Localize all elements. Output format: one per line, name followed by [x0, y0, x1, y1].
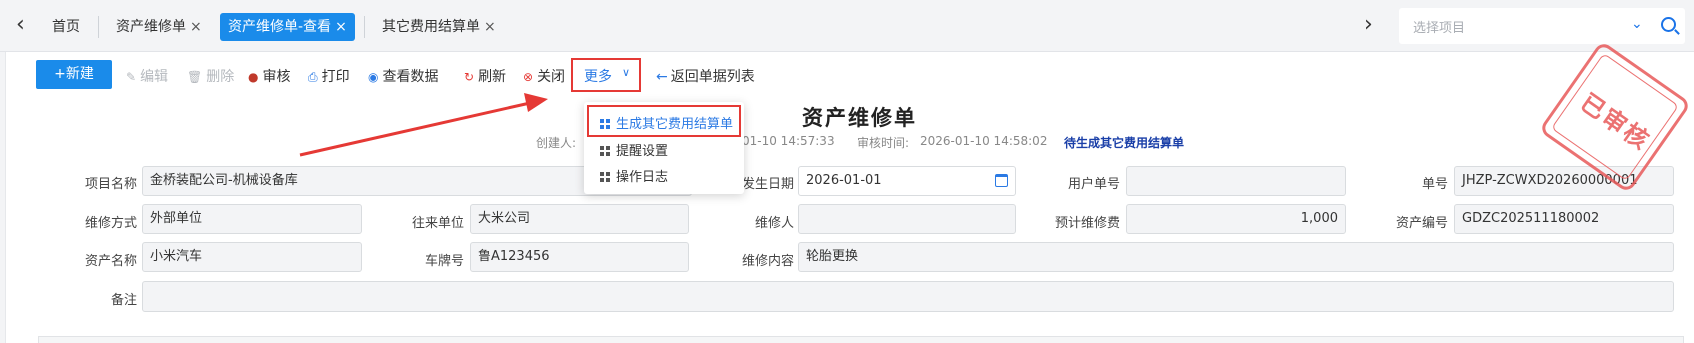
- print-label: 打印: [321, 69, 350, 85]
- menu-item-log[interactable]: 操作日志: [600, 166, 668, 185]
- project-select[interactable]: 选择项目 ⌄: [1399, 8, 1685, 44]
- tab-asset-repair[interactable]: 资产维修单 ×: [108, 13, 210, 41]
- menu-item-label: 提醒设置: [616, 144, 669, 159]
- remark-field[interactable]: [142, 281, 1674, 312]
- asset-no-field[interactable]: GDZC202511180002: [1454, 204, 1674, 234]
- audit-button[interactable]: ● 审核: [248, 66, 290, 86]
- audit-label: 审核: [262, 69, 291, 85]
- eye-icon: ◉: [368, 70, 379, 84]
- repair-method-field[interactable]: 外部单位: [142, 204, 362, 234]
- delete-button[interactable]: 🗑 删除: [187, 66, 234, 86]
- printer-icon: ⎙: [308, 70, 318, 84]
- edit-button[interactable]: ✎ 编辑: [126, 66, 168, 86]
- grid-icon: [600, 172, 610, 182]
- view-data-label: 查看数据: [382, 69, 439, 85]
- status-badge: 待生成其它费用结算单: [1064, 136, 1185, 150]
- audit-time: 2026-01-10 14:58:02: [920, 134, 1048, 148]
- tab-label: 首页: [52, 19, 80, 35]
- pencil-icon: ✎: [126, 70, 137, 84]
- tab-label: 资产维修单-查看: [228, 19, 332, 35]
- project-name-label: 项目名称: [84, 177, 137, 192]
- back-label: 返回单据列表: [670, 69, 755, 85]
- close-icon[interactable]: ×: [335, 19, 347, 35]
- menu-item-label: 操作日志: [616, 170, 669, 185]
- grid-icon: [600, 146, 610, 156]
- refresh-icon: ↻: [464, 70, 475, 84]
- more-button[interactable]: 更多: [584, 66, 612, 86]
- occur-date-field[interactable]: 2026-01-01: [798, 166, 1016, 196]
- back-to-list-link[interactable]: ← 返回单据列表: [656, 66, 755, 86]
- create-time: 01-10 14:57:33: [742, 134, 835, 148]
- tab-other-expense[interactable]: 其它费用结算单 ×: [374, 13, 504, 41]
- asset-name-label: 资产名称: [84, 254, 137, 269]
- new-button[interactable]: +新建: [36, 60, 112, 89]
- repairer-label: 维修人: [754, 216, 794, 231]
- detail-panel: [38, 336, 1684, 343]
- search-icon[interactable]: [1661, 17, 1676, 32]
- remark-label: 备注: [110, 293, 137, 308]
- close-icon[interactable]: ×: [484, 19, 496, 35]
- refresh-label: 刷新: [478, 69, 507, 85]
- menu-item-reminder[interactable]: 提醒设置: [600, 140, 668, 159]
- menu-item-generate-expense[interactable]: 生成其它费用结算单: [600, 113, 733, 132]
- tab-separator: [98, 16, 99, 38]
- partner-label: 往来单位: [411, 216, 464, 231]
- user-no-label: 用户单号: [1067, 177, 1120, 192]
- stamp-text: 已审核: [1575, 88, 1656, 156]
- tab-next-icon[interactable]: ›: [1364, 14, 1373, 36]
- menu-item-label: 生成其它费用结算单: [616, 117, 734, 132]
- repair-content-field[interactable]: 轮胎更换: [798, 242, 1674, 272]
- calendar-icon[interactable]: [995, 174, 1008, 187]
- asset-name-field[interactable]: 小米汽车: [142, 242, 362, 272]
- user-no-field[interactable]: [1126, 166, 1346, 196]
- chevron-down-icon[interactable]: ∨: [622, 66, 630, 79]
- delete-label: 删除: [206, 69, 235, 85]
- creator-label: 创建人:: [536, 136, 577, 150]
- est-cost-label: 预计维修费: [1054, 216, 1120, 231]
- project-select-placeholder: 选择项目: [1413, 21, 1466, 36]
- close-icon[interactable]: ×: [190, 19, 202, 35]
- close-button[interactable]: ⊗ 关闭: [523, 66, 565, 86]
- tab-home[interactable]: 首页: [44, 13, 88, 41]
- est-cost-field[interactable]: 1,000: [1126, 204, 1346, 234]
- edit-label: 编辑: [140, 69, 169, 85]
- arrow-left-icon: ←: [656, 69, 668, 85]
- occur-date-value: 2026-01-01: [806, 173, 882, 188]
- tab-asset-repair-view[interactable]: 资产维修单-查看 ×: [220, 13, 355, 41]
- partner-field[interactable]: 大米公司: [470, 204, 689, 234]
- audit-time-label: 审核时间:: [857, 136, 910, 150]
- tab-prev-icon[interactable]: ‹: [16, 14, 25, 36]
- trash-icon: 🗑: [187, 70, 203, 84]
- tab-label: 其它费用结算单: [382, 19, 480, 35]
- grid-icon: [600, 119, 610, 129]
- chevron-down-icon[interactable]: ⌄: [1631, 16, 1643, 32]
- print-button[interactable]: ⎙ 打印: [308, 66, 350, 86]
- doc-no-label: 单号: [1421, 177, 1448, 192]
- repair-method-label: 维修方式: [84, 216, 137, 231]
- tab-bar: ‹ 首页 资产维修单 × 资产维修单-查看 × 其它费用结算单 × › 选择项目 ⌄: [0, 0, 1694, 52]
- tab-separator: [364, 16, 365, 38]
- page-title: 资产维修单: [802, 106, 917, 130]
- repairer-field[interactable]: [798, 204, 1016, 234]
- tab-label: 资产维修单: [116, 19, 186, 35]
- plate-no-field[interactable]: 鲁A123456: [470, 242, 689, 272]
- asset-no-label: 资产编号: [1395, 216, 1448, 231]
- plate-no-label: 车牌号: [424, 254, 464, 269]
- repair-content-label: 维修内容: [741, 254, 794, 269]
- close-label: 关闭: [537, 69, 566, 85]
- close-circle-icon: ⊗: [523, 70, 534, 84]
- user-icon: ●: [248, 70, 259, 84]
- view-data-button[interactable]: ◉ 查看数据: [368, 66, 438, 86]
- refresh-button[interactable]: ↻ 刷新: [464, 66, 506, 86]
- left-edge: [0, 52, 6, 343]
